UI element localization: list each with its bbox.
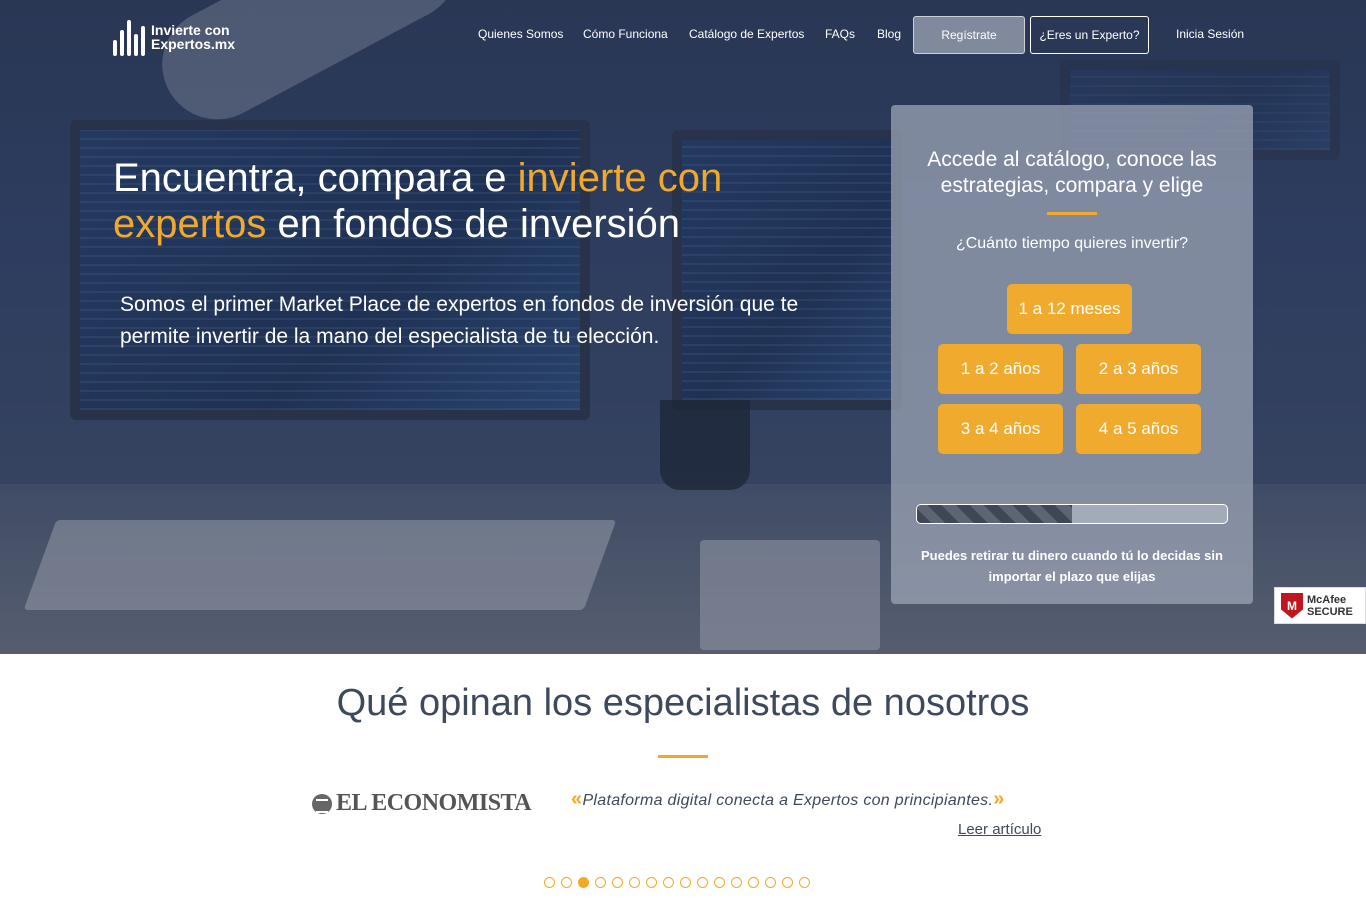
carousel-dot[interactable] — [544, 877, 555, 888]
testimonial-quote: «Plataforma digital conecta a Expertos c… — [571, 788, 1005, 810]
carousel-dot[interactable] — [748, 877, 759, 888]
card-note: Puedes retirar tu dinero cuando tú lo de… — [921, 548, 1223, 584]
register-button[interactable]: Regístrate — [913, 16, 1025, 54]
option-1-2-anos[interactable]: 1 a 2 años — [938, 344, 1063, 394]
card-divider — [1047, 212, 1097, 215]
are-you-expert-button[interactable]: ¿Eres un Experto? — [1030, 16, 1149, 54]
card-question: ¿Cuánto tiempo quieres invertir? — [955, 235, 1189, 252]
read-article-link[interactable]: Leer artículo — [958, 821, 1041, 838]
carousel-dots — [544, 877, 810, 888]
option-4-5-anos[interactable]: 4 a 5 años — [1076, 404, 1201, 454]
testimonials-title: Qué opinan los especialistas de nosotros — [336, 682, 1030, 724]
mcafee-shield-icon: M — [1281, 592, 1303, 619]
nav-como-funciona[interactable]: Cómo Funciona — [583, 27, 668, 41]
carousel-dot[interactable] — [646, 877, 657, 888]
nav-faqs[interactable]: FAQs — [825, 27, 855, 41]
card-title: Accede al catálogo, conoce las estrategi… — [927, 148, 1217, 197]
carousel-dot[interactable] — [629, 877, 640, 888]
investment-time-card: Accede al catálogo, conoce las estrategi… — [891, 105, 1253, 604]
testimonials-divider — [658, 755, 708, 758]
option-1-12-meses[interactable]: 1 a 12 meses — [1007, 284, 1132, 334]
carousel-dot[interactable] — [714, 877, 725, 888]
el-economista-mark-icon — [312, 793, 332, 814]
main-nav: Quienes Somos Cómo Funciona Catálogo de … — [0, 16, 1366, 54]
nav-login[interactable]: Inicia Sesión — [1176, 27, 1244, 41]
carousel-dot[interactable] — [663, 877, 674, 888]
hero-subtitle: Somos el primer Market Place de expertos… — [120, 293, 799, 348]
carousel-dot[interactable] — [799, 877, 810, 888]
hero-section: Invierte con Expertos.mx Quienes Somos C… — [0, 0, 1366, 654]
progress-bar — [916, 504, 1228, 524]
carousel-dot[interactable] — [612, 877, 623, 888]
carousel-dot[interactable] — [680, 877, 691, 888]
nav-catalogo-expertos[interactable]: Catálogo de Expertos — [689, 27, 804, 41]
nav-quienes-somos[interactable]: Quienes Somos — [478, 27, 563, 41]
carousel-dot[interactable] — [782, 877, 793, 888]
el-economista-logo: EL ECONOMISTA — [312, 790, 532, 817]
carousel-dot[interactable] — [578, 877, 589, 888]
progress-fill — [917, 505, 1072, 523]
carousel-dot[interactable] — [765, 877, 776, 888]
mcafee-secure-badge[interactable]: M McAfee SECURE — [1274, 587, 1366, 624]
carousel-dot[interactable] — [595, 877, 606, 888]
option-2-3-anos[interactable]: 2 a 3 años — [1076, 344, 1201, 394]
carousel-dot[interactable] — [731, 877, 742, 888]
carousel-dot[interactable] — [697, 877, 708, 888]
hero-headline: Encuentra, compara e invierte con expert… — [113, 156, 723, 246]
carousel-dot[interactable] — [561, 877, 572, 888]
nav-blog[interactable]: Blog — [877, 27, 901, 41]
option-3-4-anos[interactable]: 3 a 4 años — [938, 404, 1063, 454]
